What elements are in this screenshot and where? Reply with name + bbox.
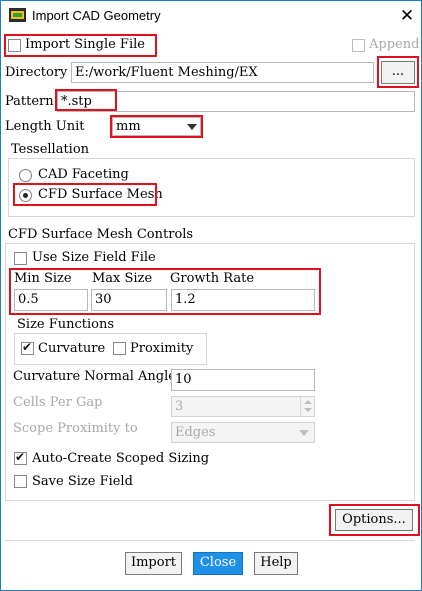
scope-proximity-select[interactable]: Edges <box>171 422 315 443</box>
cells-per-gap-spinner[interactable] <box>300 397 313 416</box>
curvature-label: Curvature <box>38 341 106 356</box>
proximity-checkbox[interactable] <box>113 342 126 355</box>
min-size-label: Min Size <box>14 271 72 286</box>
append-label: Append <box>369 37 420 52</box>
cfd-surface-mesh-radio[interactable] <box>19 189 32 202</box>
browse-button[interactable]: ... <box>381 61 415 84</box>
pattern-input[interactable]: *.stp <box>57 91 415 112</box>
fluent-app-icon <box>9 8 26 22</box>
pattern-label: Pattern <box>5 94 54 109</box>
cells-per-gap-value: 3 <box>175 399 184 414</box>
cells-per-gap-input[interactable]: 3 <box>171 396 315 417</box>
scope-proximity-value: Edges <box>175 425 216 440</box>
import-cad-geometry-dialog: Import CAD Geometry ✕ Import Single File… <box>0 0 422 591</box>
close-icon[interactable]: ✕ <box>396 5 418 27</box>
curvature-checkbox[interactable] <box>21 340 34 355</box>
curvature-normal-angle-label: Curvature Normal Angle <box>13 369 176 384</box>
import-single-file-label: Import Single File <box>25 37 145 52</box>
min-size-input[interactable]: 0.5 <box>14 289 88 311</box>
use-size-field-file-label: Use Size Field File <box>32 250 156 265</box>
cfd-surface-mesh-label: CFD Surface Mesh <box>38 187 163 202</box>
window-title: Import CAD Geometry <box>32 8 161 23</box>
length-unit-value: mm <box>116 119 141 134</box>
length-unit-select[interactable]: mm <box>112 117 201 136</box>
scope-proximity-label: Scope Proximity to <box>13 421 138 436</box>
tessellation-heading: Tessellation <box>11 142 90 157</box>
title-bar[interactable]: Import CAD Geometry ✕ <box>1 1 421 31</box>
close-button[interactable]: Close <box>193 552 243 575</box>
max-size-input[interactable]: 30 <box>91 289 167 311</box>
chevron-down-icon <box>187 124 197 130</box>
length-unit-label: Length Unit <box>5 119 85 134</box>
max-size-label: Max Size <box>92 271 153 286</box>
save-size-field-label: Save Size Field <box>32 474 133 489</box>
help-button[interactable]: Help <box>254 552 298 575</box>
spin-down-icon <box>304 408 312 412</box>
mesh-controls-heading: CFD Surface Mesh Controls <box>8 227 194 242</box>
directory-input[interactable]: E:/work/Fluent Meshing/EX <box>71 62 374 83</box>
use-size-field-file-checkbox[interactable] <box>14 252 27 265</box>
save-size-field-checkbox[interactable] <box>14 475 27 488</box>
cad-faceting-radio[interactable] <box>19 169 32 182</box>
cad-faceting-label: CAD Faceting <box>38 167 129 182</box>
footer-divider <box>5 540 415 541</box>
spin-up-icon <box>304 400 312 404</box>
proximity-label: Proximity <box>130 341 194 356</box>
directory-label: Directory <box>5 65 68 80</box>
auto-create-scoped-sizing-checkbox[interactable] <box>14 450 27 465</box>
cells-per-gap-label: Cells Per Gap <box>13 395 103 410</box>
import-button[interactable]: Import <box>125 552 182 575</box>
size-functions-heading: Size Functions <box>17 317 115 332</box>
chevron-down-icon <box>299 430 309 436</box>
options-button[interactable]: Options... <box>335 509 413 531</box>
growth-rate-input[interactable]: 1.2 <box>171 289 315 311</box>
append-checkbox[interactable] <box>352 39 365 52</box>
import-single-file-checkbox[interactable] <box>8 39 21 52</box>
auto-create-scoped-sizing-label: Auto-Create Scoped Sizing <box>32 451 210 466</box>
growth-rate-label: Growth Rate <box>170 271 255 286</box>
curvature-normal-angle-input[interactable]: 10 <box>171 369 315 391</box>
